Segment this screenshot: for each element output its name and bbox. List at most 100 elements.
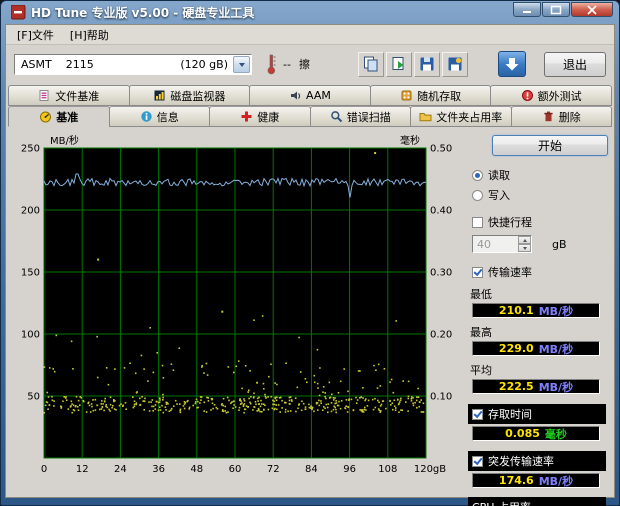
svg-text:0.30: 0.30	[430, 268, 452, 279]
min-label: 最低	[470, 288, 492, 301]
avg-label: 平均	[470, 364, 492, 377]
chart-plot: 50 100 150 200 250 0.10 0.20 0.30 0.40 0.50 0 12 24 3…	[21, 134, 452, 475]
min-unit: MB/秒	[538, 304, 574, 318]
svg-text:0.20: 0.20	[430, 330, 452, 341]
thermometer-icon	[266, 53, 277, 75]
checkbox-icon[interactable]	[472, 408, 483, 420]
svg-text:60: 60	[229, 464, 242, 475]
temperature-value: --	[283, 57, 291, 71]
write-radio-label: 写入	[488, 189, 510, 202]
close-button[interactable]	[571, 2, 613, 17]
tab-label: 文件夹占用率	[436, 110, 503, 124]
tab-erase[interactable]: 删除	[510, 106, 612, 127]
tab-label: 错误扫描	[346, 110, 391, 124]
min-value: 210.1	[498, 304, 534, 317]
burst-rate-label: 突发传输速率	[488, 455, 554, 468]
svg-text:96: 96	[343, 464, 356, 475]
start-button[interactable]: 开始	[492, 135, 608, 156]
file-benchmark-icon	[39, 90, 49, 101]
drive-select[interactable]: ASMT 2115 (120 gB)	[14, 53, 252, 75]
svg-text:200: 200	[21, 206, 40, 217]
svg-text:72: 72	[267, 464, 280, 475]
tab-benchmark[interactable]: 基准	[8, 106, 110, 127]
benchmark-chart: 50 100 150 200 250 0.10 0.20 0.30 0.40 0.50 0 12 24 3…	[14, 133, 460, 506]
tab-label: 随机存取	[417, 89, 462, 103]
app-icon	[11, 5, 26, 20]
extra-tests-icon	[521, 90, 533, 101]
tab-row-bottom: 基准 信息 健康 错误扫描 文件夹占用率 删除	[6, 106, 614, 127]
health-icon	[241, 111, 252, 122]
transfer-rate-checkbox[interactable]: 传输速率	[472, 264, 608, 280]
app-window: HD Tune 专业版 v5.00 - 硬盘专业工具 [F]文件 [H]帮助 A…	[0, 0, 620, 506]
checkbox-icon[interactable]	[472, 266, 483, 278]
error-scan-icon	[330, 111, 342, 123]
tab-info[interactable]: 信息	[108, 106, 210, 127]
benchmark-icon	[40, 111, 52, 123]
svg-text:100: 100	[21, 330, 40, 341]
tab-error-scan[interactable]: 错误扫描	[309, 106, 411, 127]
burst-rate-checkbox[interactable]: 突发传输速率	[468, 451, 606, 471]
burst-rate-unit: MB/秒	[538, 474, 574, 488]
maximize-button[interactable]	[542, 2, 570, 17]
folder-usage-icon	[419, 113, 432, 122]
max-unit: MB/秒	[538, 342, 574, 356]
short-stroke-checkbox[interactable]: 快捷行程	[472, 214, 608, 230]
svg-text:48: 48	[190, 464, 203, 475]
screenshot-button[interactable]	[497, 51, 526, 77]
menu-bar: [F]文件 [H]帮助	[6, 25, 614, 45]
max-value: 229.0	[498, 342, 534, 355]
radio-icon[interactable]	[472, 189, 483, 201]
svg-text:50: 50	[27, 392, 40, 403]
read-radio-label: 读取	[488, 169, 510, 182]
tab-label: 删除	[558, 110, 581, 124]
tab-health[interactable]: 健康	[209, 106, 311, 127]
minimize-button[interactable]	[513, 2, 541, 17]
window-title: HD Tune 专业版 v5.00 - 硬盘专业工具	[31, 6, 255, 20]
toolbar: ASMT 2115 (120 gB) -- 擦 退出	[6, 45, 614, 83]
random-access-icon	[401, 90, 412, 101]
copy-image-button[interactable]	[385, 51, 412, 77]
svg-text:150: 150	[21, 268, 40, 279]
spinner-down-button[interactable]	[518, 244, 531, 252]
save-button[interactable]	[413, 51, 440, 77]
menu-file[interactable]: [F]文件	[10, 25, 61, 45]
max-label: 最高	[470, 326, 492, 339]
checkbox-icon[interactable]	[472, 455, 483, 467]
tab-aam[interactable]: AAM	[249, 85, 371, 106]
transfer-rate-label: 传输速率	[488, 266, 532, 279]
menu-help[interactable]: [H]帮助	[63, 25, 116, 45]
svg-text:84: 84	[305, 464, 318, 475]
spinner-up-button[interactable]	[518, 236, 531, 244]
tab-label: AAM	[306, 89, 331, 102]
svg-text:12: 12	[76, 464, 89, 475]
aam-icon	[291, 91, 301, 100]
checkbox-icon[interactable]	[472, 216, 483, 228]
tab-disk-monitor[interactable]: 磁盘监视器	[128, 85, 251, 106]
access-time-checkbox[interactable]: 存取时间	[468, 404, 606, 424]
read-radio[interactable]: 读取	[472, 167, 608, 183]
radio-icon[interactable]	[472, 169, 483, 181]
access-time-value-box: 0.085 毫秒	[472, 426, 600, 441]
titlebar[interactable]: HD Tune 专业版 v5.00 - 硬盘专业工具	[5, 1, 615, 24]
burst-rate-value-box: 174.6 MB/秒	[472, 473, 600, 488]
avg-unit: MB/秒	[538, 380, 574, 394]
access-time-label: 存取时间	[488, 408, 532, 421]
access-time-unit: 毫秒	[544, 427, 567, 441]
min-value-box: 210.1 MB/秒	[472, 303, 600, 318]
svg-text:250: 250	[21, 144, 40, 155]
svg-text:108: 108	[378, 464, 397, 475]
save-image-button[interactable]	[441, 51, 468, 77]
dropdown-arrow-icon[interactable]	[233, 55, 250, 73]
tab-extra-tests[interactable]: 额外测试	[490, 85, 612, 106]
tab-folder-usage[interactable]: 文件夹占用率	[410, 106, 512, 127]
tab-row-top: 文件基准 磁盘监视器 AAM 随机存取 额外测试	[6, 85, 614, 106]
short-stroke-input[interactable]: 40	[472, 235, 532, 253]
tab-file-benchmark[interactable]: 文件基准	[8, 85, 130, 106]
svg-text:0.50: 0.50	[430, 144, 452, 155]
short-stroke-size-row: 40 gB	[472, 235, 608, 253]
copy-button[interactable]	[357, 51, 384, 77]
exit-button[interactable]: 退出	[544, 51, 606, 77]
write-radio[interactable]: 写入	[472, 187, 608, 203]
tab-random-access[interactable]: 随机存取	[369, 85, 492, 106]
avg-value: 222.5	[498, 380, 534, 393]
